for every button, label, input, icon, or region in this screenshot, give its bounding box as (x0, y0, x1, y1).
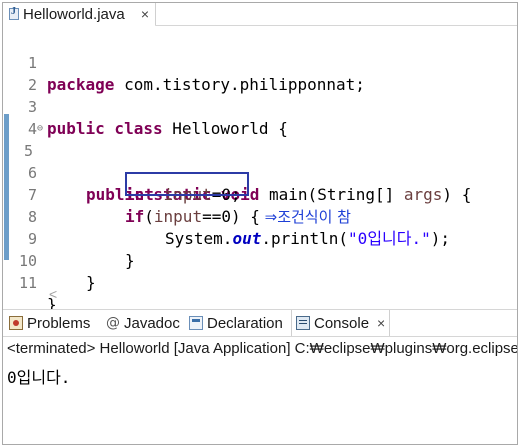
close-icon[interactable]: × (141, 6, 149, 22)
declaration-icon (189, 316, 203, 330)
editor-tab-helloworld[interactable]: Helloworld.java × (3, 3, 156, 27)
console-status-line: <terminated> Helloworld [Java Applicatio… (7, 340, 518, 357)
tab-label: Javadoc (124, 314, 180, 332)
code-line-9: 9 } (3, 206, 517, 270)
tab-console[interactable]: Console × (291, 310, 391, 336)
editor-tab-bar: Helloworld.java × (3, 3, 517, 27)
view-tab-bar: Problems @ Javadoc Declaration Console × (3, 309, 517, 336)
console-output: 0입니다. (7, 368, 71, 387)
code-line-1: 1 package com.tistory.philipponnat; (3, 30, 517, 94)
console-icon (296, 316, 310, 330)
code-line-6: 6 int input=0; (3, 140, 517, 204)
console-panel[interactable]: <terminated> Helloworld [Java Applicatio… (3, 336, 518, 444)
code-line-7: 7 if(input==0) { ⇒조건식이 참 (3, 162, 517, 226)
code-line-2: 2 (3, 52, 517, 94)
eclipse-window: Helloworld.java × 1 package com.tistory.… (2, 2, 518, 445)
code-line-11: 11 } (3, 250, 517, 314)
code-line-5: 5 ⊖ public static void main(String[] arg… (3, 118, 517, 204)
javadoc-icon: @ (106, 315, 120, 331)
tab-declaration[interactable]: Declaration (189, 310, 283, 336)
tab-label: Console (314, 314, 370, 332)
fold-collapse-icon[interactable]: ⊖ (37, 118, 43, 140)
code-line-3: 3 public class Helloworld { (3, 74, 517, 138)
problems-icon (9, 316, 23, 330)
tab-javadoc[interactable]: @ Javadoc (106, 310, 180, 336)
code-line-10: 10 } (3, 228, 517, 292)
code-line-8: 8 System.out.println("0입니다."); (3, 184, 517, 248)
horizontal-scrollbar[interactable]: < (3, 284, 517, 304)
close-icon[interactable]: × (377, 315, 385, 331)
scroll-left-icon[interactable]: < (49, 286, 57, 302)
java-file-icon (9, 6, 19, 20)
editor-tab-label: Helloworld.java (23, 5, 125, 23)
tab-problems[interactable]: Problems (9, 310, 90, 336)
code-editor[interactable]: 1 package com.tistory.philipponnat; 2 3 … (3, 26, 517, 314)
code-line-4: 4 (3, 96, 517, 138)
tab-label: Declaration (207, 314, 283, 332)
tab-label: Problems (27, 314, 91, 332)
